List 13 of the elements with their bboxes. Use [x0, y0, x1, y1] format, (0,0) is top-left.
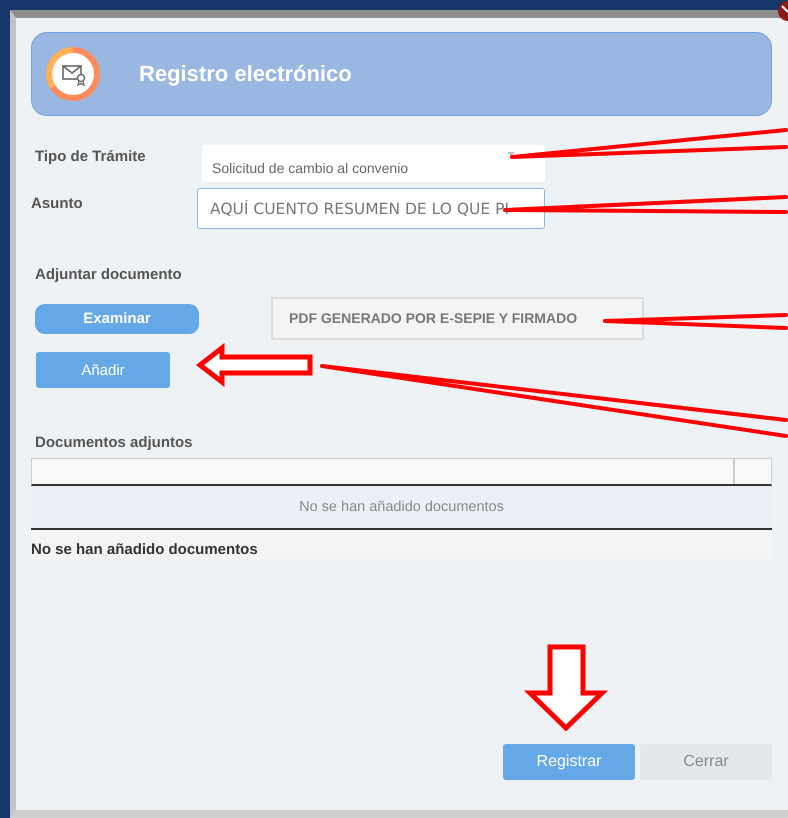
field-label: Tipo de Trámite	[34, 147, 147, 165]
table-footer: No se han añadido documentos	[31, 528, 772, 559]
browse-button[interactable]: Examinar	[35, 304, 199, 334]
attach-label: Adjuntar documento	[35, 266, 183, 283]
procedure-dropdown[interactable]: Solicitud de cambio al convenio	[202, 145, 545, 182]
file-name-field: PDF GENERADO POR E-SEPIE Y FIRMADO	[271, 297, 644, 340]
documents-label: Documentos adjuntos	[35, 434, 194, 451]
register-button[interactable]: Registrar	[503, 744, 635, 780]
add-button[interactable]: Añadir	[36, 352, 170, 388]
window-title: Registro electrónico	[139, 61, 352, 87]
empty-table-message: No se han añadido documentos	[31, 486, 772, 528]
close-button[interactable]: Cerrar	[640, 744, 772, 780]
field-label: Asunto	[31, 194, 84, 212]
